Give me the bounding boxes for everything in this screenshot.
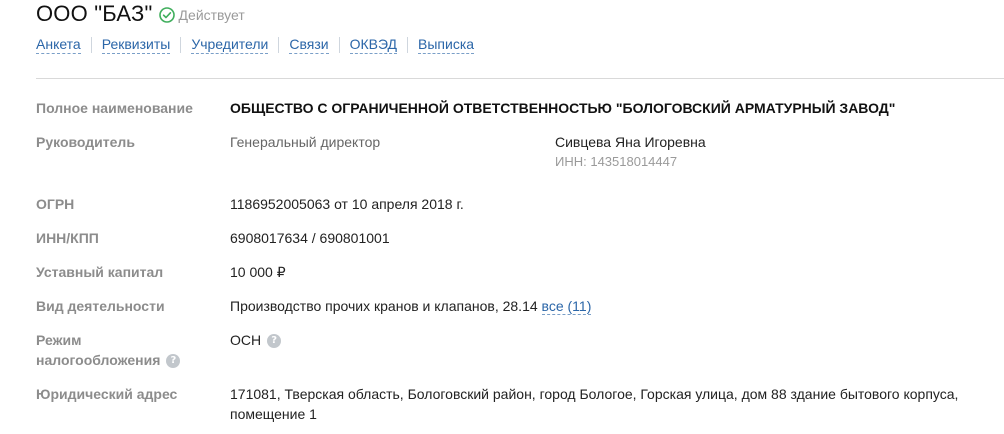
address-line2: помещение 1: [230, 406, 317, 422]
tab-separator: [90, 37, 92, 53]
header-divider: [36, 78, 1004, 79]
company-name: ООО "БАЗ": [36, 1, 153, 26]
capital-label: Уставный капитал: [36, 264, 164, 280]
capital-value: 10 000 ₽: [230, 264, 286, 280]
tax-mode-value-wrap: ОСН?: [230, 330, 282, 350]
director-position: Генеральный директор: [230, 134, 381, 150]
director-person: Сивцева Яна Игоревна ИНН: 143518014447: [555, 132, 706, 172]
full-name-label: Полное наименование: [36, 100, 193, 116]
director-label: Руководитель: [36, 134, 135, 150]
inn-kpp-label: ИНН/КПП: [36, 230, 99, 246]
tab-separator: [180, 37, 182, 53]
activity-value: Производство прочих кранов и клапанов, 2…: [230, 298, 538, 314]
question-circle-icon[interactable]: ?: [267, 334, 282, 349]
director-inn: ИНН: 143518014447: [555, 154, 678, 169]
ogrn-value: 1186952005063 от 10 апреля 2018 г.: [230, 196, 464, 212]
address-line1: 171081, Тверская область, Бологовский ра…: [230, 386, 959, 402]
tab-okved[interactable]: ОКВЭД: [349, 36, 398, 54]
director-name[interactable]: Сивцева Яна Игоревна: [555, 132, 706, 152]
status-text: Действует: [178, 7, 245, 23]
company-header: ООО "БАЗ" Действует: [36, 0, 245, 28]
address-label: Юридический адрес: [36, 386, 178, 402]
tax-mode-value: ОСН: [230, 332, 262, 348]
section-tabs: Анкета Реквизиты Учредители Связи ОКВЭД …: [36, 36, 475, 54]
address-value: 171081, Тверская область, Бологовский ра…: [230, 384, 958, 424]
tab-separator: [407, 37, 409, 53]
tab-rekvizity[interactable]: Реквизиты: [101, 36, 171, 54]
ogrn-label: ОГРН: [36, 196, 75, 212]
tax-mode-label-line1: Режим: [36, 332, 82, 348]
full-name-value: ОБЩЕСТВО С ОГРАНИЧЕННОЙ ОТВЕТСТВЕННОСТЬЮ…: [230, 100, 896, 116]
question-circle-icon[interactable]: ?: [166, 354, 181, 369]
activity-label: Вид деятельности: [36, 298, 165, 314]
tab-separator: [278, 37, 280, 53]
tab-vypiska[interactable]: Выписка: [418, 36, 475, 54]
tab-uchrediteli[interactable]: Учредители: [191, 36, 269, 54]
tax-mode-label-line2: налогообложения: [36, 352, 161, 368]
inn-kpp-value: 6908017634 / 690801001: [230, 230, 390, 246]
activity-all-link[interactable]: все (11): [541, 298, 592, 315]
tab-separator: [338, 37, 340, 53]
status-badge: Действует: [158, 7, 245, 23]
check-circle-icon: [158, 7, 175, 23]
activity-value-wrap: Производство прочих кранов и клапанов, 2…: [230, 296, 592, 316]
tab-anketa[interactable]: Анкета: [36, 36, 81, 54]
tax-mode-label: Режим налогообложения?: [36, 330, 216, 370]
tab-svyazi[interactable]: Связи: [289, 36, 329, 54]
